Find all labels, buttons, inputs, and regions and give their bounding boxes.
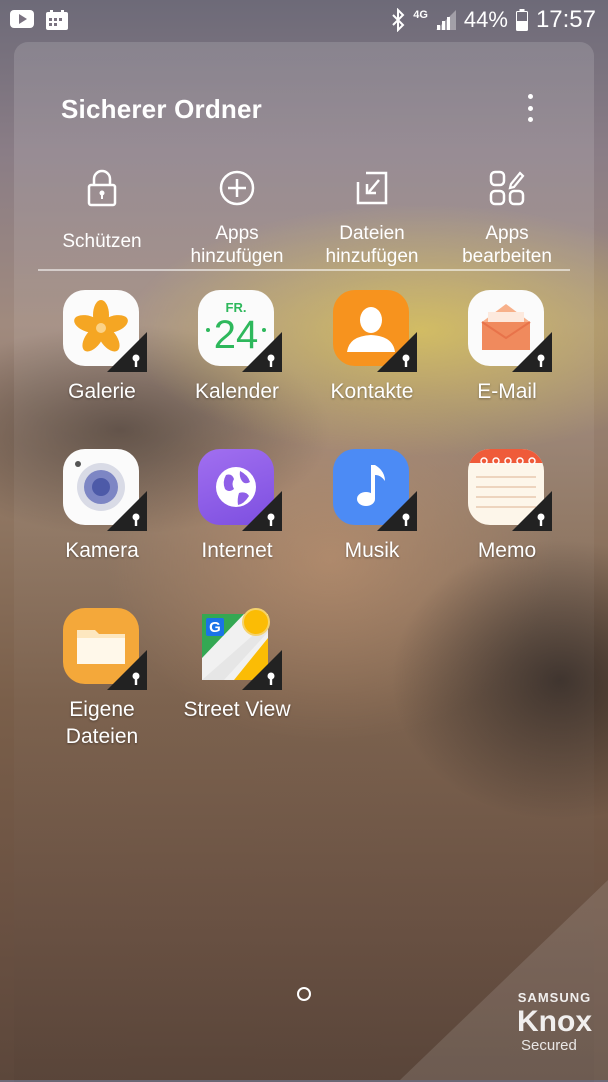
add-file-icon (356, 171, 388, 205)
secure-lock-badge-icon (107, 491, 147, 531)
secure-lock-badge-icon (242, 332, 282, 372)
secure-lock-badge-icon (512, 332, 552, 372)
app-label: Eigene Dateien (34, 696, 170, 750)
action-label-line1: Apps (215, 223, 259, 244)
calendar-icon (46, 10, 68, 30)
page-indicator (297, 987, 311, 1001)
add-files-button[interactable]: Dateien hinzufügen (304, 166, 440, 268)
app-calendar[interactable]: FR. 24 Kalender (169, 290, 305, 405)
app-label: Internet (201, 539, 273, 562)
knox-name: Knox (517, 1005, 592, 1038)
action-label-line1: Dateien (339, 223, 405, 244)
knox-logo: SAMSUNG Knox Secured (517, 990, 592, 1054)
clock: 17:57 (535, 6, 596, 33)
app-my-files[interactable]: Eigene Dateien (34, 608, 170, 750)
app-label: Musik (344, 539, 400, 562)
secure-lock-badge-icon (512, 491, 552, 531)
edit-apps-button[interactable]: Apps bearbeiten (439, 166, 575, 268)
app-label-line2: Dateien (65, 725, 139, 748)
app-memo[interactable]: Memo (439, 449, 575, 564)
bluetooth-icon (392, 8, 405, 32)
battery-icon (515, 9, 528, 31)
more-dot (527, 105, 533, 111)
action-label-line2: hinzufügen (190, 246, 284, 267)
edit-apps-icon (489, 170, 525, 206)
action-label-line2: bearbeiten (462, 246, 552, 267)
app-label: Kalender (194, 380, 280, 403)
secure-lock-badge-icon (242, 650, 282, 690)
folder-title: Sicherer Ordner (61, 94, 262, 124)
add-apps-button[interactable]: Apps hinzufügen (169, 166, 305, 268)
more-dot (527, 117, 533, 122)
secure-lock-badge-icon (377, 491, 417, 531)
svg-text:G: G (209, 619, 221, 636)
lock-icon (87, 169, 117, 207)
app-camera[interactable]: Kamera (34, 449, 170, 564)
app-contacts[interactable]: Kontakte (304, 290, 440, 405)
more-dot (527, 94, 533, 99)
divider (38, 269, 570, 271)
battery-percent: 44% (463, 7, 508, 32)
signal-icon (435, 10, 456, 30)
app-label-line1: Eigene (69, 698, 135, 721)
more-options-button[interactable] (518, 90, 542, 126)
youtube-icon (10, 10, 34, 28)
secure-lock-badge-icon (107, 650, 147, 690)
secure-lock-badge-icon (242, 491, 282, 531)
app-music[interactable]: Musik (304, 449, 440, 564)
secure-lock-badge-icon (377, 332, 417, 372)
secure-lock-badge-icon (107, 332, 147, 372)
app-label: Street View (183, 698, 291, 721)
app-gallery[interactable]: Galerie (34, 290, 170, 405)
action-label: Schützen (62, 231, 142, 252)
app-label: Galerie (68, 380, 136, 403)
status-bar: 4G 44% 17:57 (0, 0, 608, 40)
network-type: 4G (413, 8, 428, 21)
app-street-view[interactable]: G Street View (169, 608, 305, 723)
action-label-line2: hinzufügen (325, 246, 419, 267)
app-label: E-Mail (477, 380, 537, 403)
knox-subtitle: Secured (521, 1037, 577, 1054)
protect-button[interactable]: Schützen (34, 166, 170, 253)
app-label: Kontakte (330, 380, 414, 403)
app-internet[interactable]: Internet (169, 449, 305, 564)
add-circle-icon (219, 170, 255, 206)
app-label: Kamera (65, 539, 139, 562)
knox-brand: SAMSUNG (517, 990, 592, 1005)
action-label-line1: Apps (485, 223, 529, 244)
app-label: Memo (477, 539, 537, 562)
app-email[interactable]: E-Mail (439, 290, 575, 405)
